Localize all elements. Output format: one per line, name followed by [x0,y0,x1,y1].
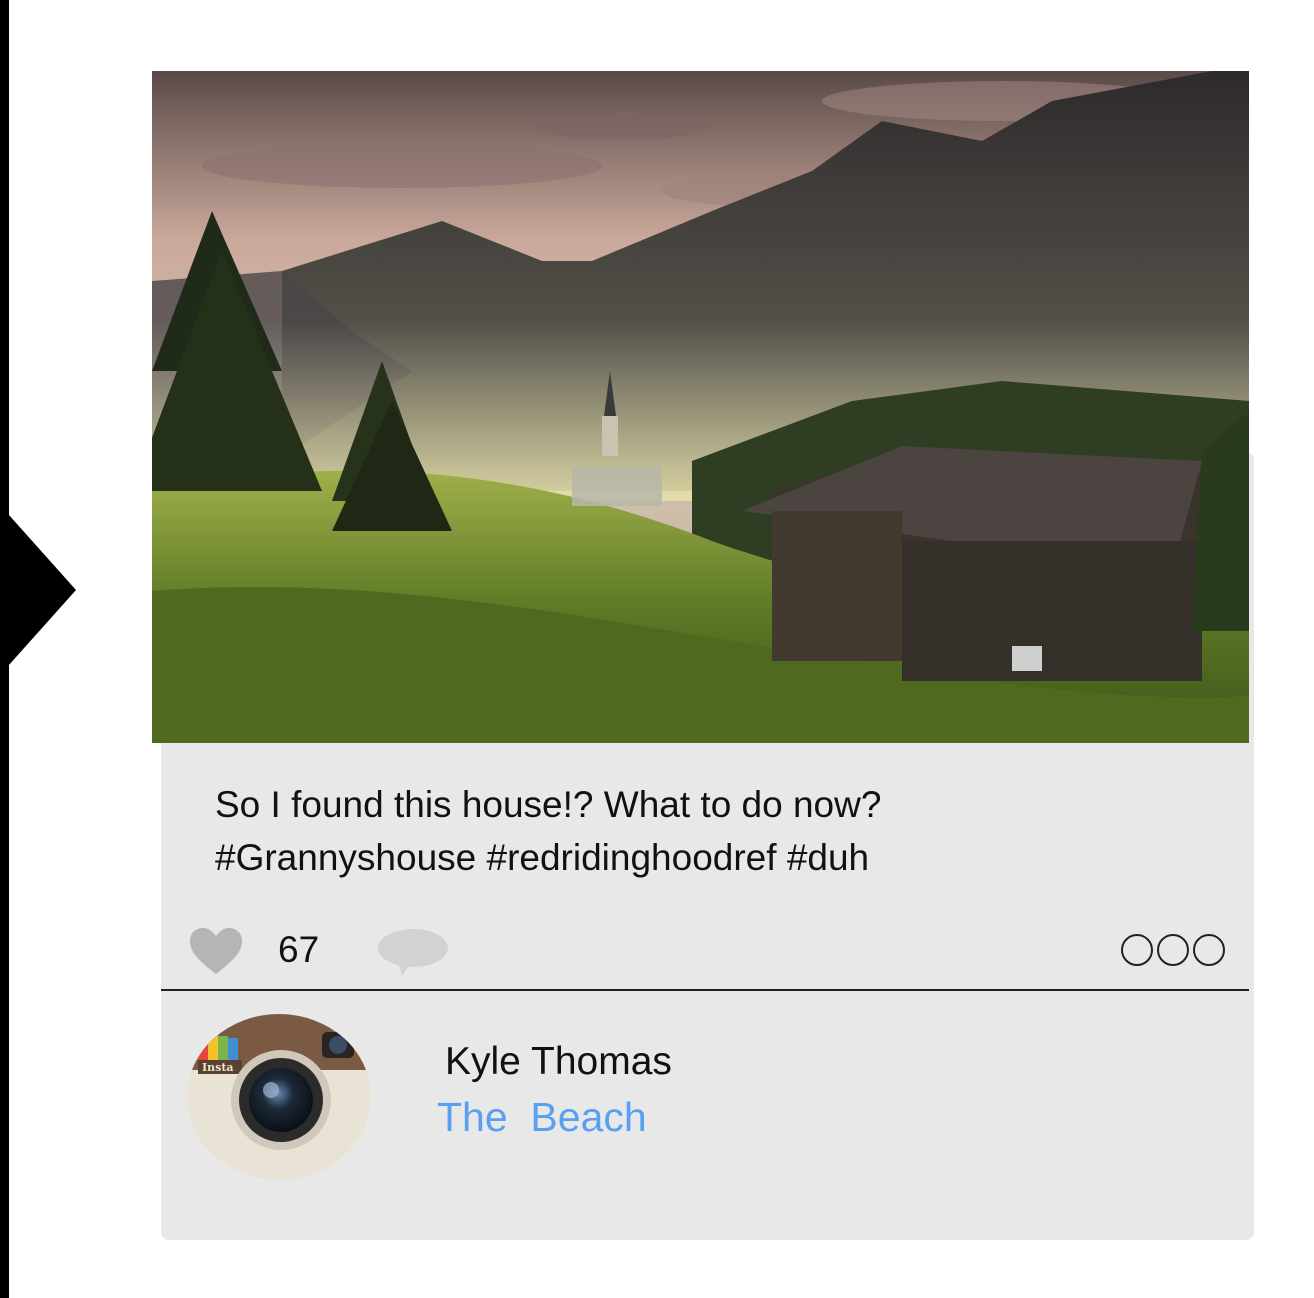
caption-line: So I found this house!? What to do now? [215,784,882,825]
comment-bubble-icon[interactable] [376,928,450,983]
avatar[interactable]: Insta [186,1012,372,1187]
camera-icon: Insta [187,1014,371,1180]
more-options-icon[interactable] [1119,932,1227,973]
user-location-link[interactable]: The Beach [437,1092,647,1142]
user-name[interactable]: Kyle Thomas [445,1038,672,1086]
timeline-marker-arrow [0,505,76,675]
post-photo[interactable] [152,71,1249,743]
post-actions: 67 [161,918,1249,982]
divider [161,989,1249,991]
heart-icon[interactable] [188,926,244,981]
svg-text:Insta: Insta [202,1061,234,1074]
post-caption: So I found this house!? What to do now? … [215,778,1215,884]
caption-hashtags[interactable]: #Grannyshouse #redridinghoodref #duh [215,831,1215,884]
like-count: 67 [278,929,320,970]
